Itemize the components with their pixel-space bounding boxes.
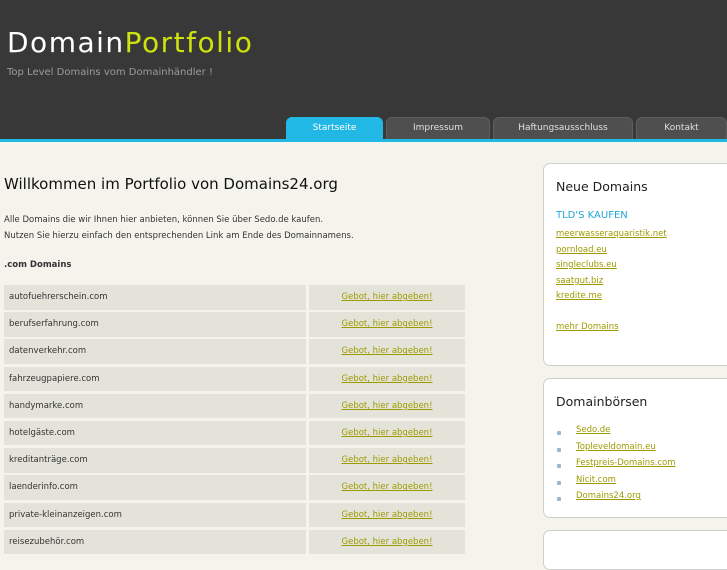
exchange-link[interactable]: Sedo.de (576, 425, 610, 435)
exchange-link[interactable]: Domains24.org (576, 491, 641, 501)
bid-link[interactable]: Gebot, hier abgeben! (309, 285, 465, 310)
site-tagline: Top Level Domains vom Domainhändler ! (7, 67, 213, 78)
intro-line-1: Alle Domains die wir Ihnen hier anbieten… (4, 215, 324, 225)
table-row: fahrzeugpapiere.com Gebot, hier abgeben! (4, 366, 466, 394)
site-logo[interactable]: DomainPortfolio (7, 26, 253, 60)
more-domains-link[interactable]: mehr Domains (556, 322, 619, 332)
tld-kaufen-heading: TLD'S KAUFEN (556, 210, 628, 221)
domain-name: handymarke.com (4, 393, 306, 419)
nav-tab-impressum[interactable]: Impressum (386, 117, 490, 139)
bullet-icon (557, 497, 561, 501)
new-domain-link[interactable]: meerwasseraquaristik.net (556, 229, 667, 239)
new-domain-link[interactable]: kredite.me (556, 291, 602, 301)
domain-name: hotelgäste.com (4, 420, 306, 446)
exchange-link[interactable]: Topleveldomain.eu (576, 442, 656, 452)
table-row: private-kleinanzeigen.com Gebot, hier abg… (4, 502, 466, 530)
exchange-link[interactable]: Festpreis-Domains.com (576, 458, 675, 468)
bid-link[interactable]: Gebot, hier abgeben! (309, 312, 465, 337)
intro-text: Alle Domains die wir Ihnen hier anbieten… (4, 212, 354, 244)
bid-link[interactable]: Gebot, hier abgeben! (309, 420, 465, 446)
table-row: kreditanträge.com Gebot, hier abgeben! (4, 448, 466, 475)
nav-tab-kontakt[interactable]: Kontakt (636, 117, 727, 139)
domain-name: laenderinfo.com (4, 475, 306, 500)
nav-tab-haftungsausschluss[interactable]: Haftungsausschluss (493, 117, 633, 139)
domain-name: autofuehrerschein.com (4, 285, 306, 310)
domain-name: private-kleinanzeigen.com (4, 502, 306, 527)
bid-link[interactable]: Gebot, hier abgeben! (309, 502, 465, 527)
site-header: DomainPortfolio Top Level Domains vom Do… (0, 0, 727, 142)
logo-part-domain: Domain (7, 26, 125, 59)
logo-part-portfolio: Portfolio (124, 26, 254, 59)
new-domain-link[interactable]: pornload.eu (556, 245, 607, 255)
exchange-link[interactable]: Nicit.com (576, 475, 616, 485)
box-neue-domains: Neue Domains TLD'S KAUFEN meerwasseraqua… (543, 163, 727, 366)
bid-link[interactable]: Gebot, hier abgeben! (309, 529, 465, 555)
bullet-icon (557, 481, 561, 485)
domain-name: fahrzeugpapiere.com (4, 366, 306, 392)
bullet-icon (557, 448, 561, 452)
box-title-domainboersen: Domainbörsen (556, 394, 648, 409)
intro-line-2: Nutzen Sie hierzu einfach den entspreche… (4, 231, 354, 241)
domain-name: reisezubehör.com (4, 529, 306, 555)
table-row: datenverkehr.com Gebot, hier abgeben! (4, 339, 466, 366)
domain-name: kreditanträge.com (4, 448, 306, 473)
table-row: berufserfahrung.com Gebot, hier abgeben! (4, 312, 466, 339)
domain-table: autofuehrerschein.com Gebot, hier abgeben… (4, 285, 466, 557)
table-row: hotelgäste.com Gebot, hier abgeben! (4, 420, 466, 448)
table-row: autofuehrerschein.com Gebot, hier abgeben… (4, 285, 466, 312)
bullet-icon (557, 431, 561, 435)
section-title-com-domains: .com Domains (4, 260, 72, 270)
table-row: reisezubehör.com Gebot, hier abgeben! (4, 529, 466, 557)
domain-name: berufserfahrung.com (4, 312, 306, 337)
new-domain-link[interactable]: singleclubs.eu (556, 260, 617, 270)
nav-tab-startseite[interactable]: Startseite (286, 117, 383, 139)
bullet-icon (557, 464, 561, 468)
table-row: handymarke.com Gebot, hier abgeben! (4, 393, 466, 421)
domain-name: datenverkehr.com (4, 339, 306, 364)
bid-link[interactable]: Gebot, hier abgeben! (309, 475, 465, 500)
box-domainboersen: Domainbörsen Sedo.de Topleveldomain.eu F… (543, 378, 727, 518)
box-third (543, 530, 727, 570)
new-domain-link[interactable]: saatgut.biz (556, 276, 603, 286)
bid-link[interactable]: Gebot, hier abgeben! (309, 339, 465, 364)
page-title: Willkommen im Portfolio von Domains24.or… (4, 175, 338, 193)
bid-link[interactable]: Gebot, hier abgeben! (309, 448, 465, 473)
box-title-neue-domains: Neue Domains (556, 179, 648, 194)
bid-link[interactable]: Gebot, hier abgeben! (309, 393, 465, 419)
table-row: laenderinfo.com Gebot, hier abgeben! (4, 475, 466, 502)
bid-link[interactable]: Gebot, hier abgeben! (309, 366, 465, 392)
